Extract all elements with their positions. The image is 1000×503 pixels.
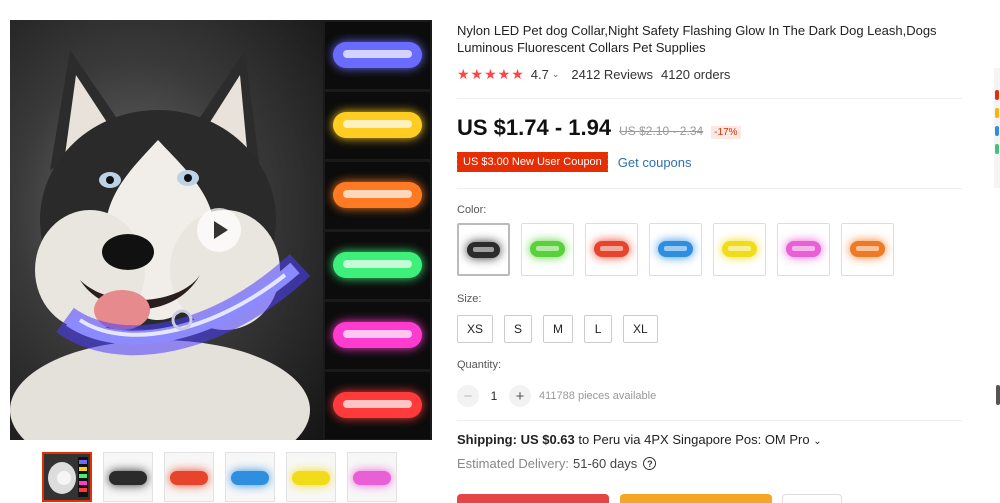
color-option-orange[interactable] — [841, 223, 894, 276]
chevron-down-icon[interactable]: ⌄ — [552, 69, 560, 80]
quantity-label: Quantity: — [457, 359, 502, 371]
strip-tile-red — [325, 372, 430, 439]
divider — [457, 188, 962, 189]
size-option-xl[interactable]: XL — [623, 315, 658, 343]
thumbnail-6[interactable] — [347, 452, 397, 502]
divider — [457, 420, 962, 421]
scroll-handle[interactable] — [996, 385, 1000, 405]
decrease-quantity-button[interactable]: − — [457, 385, 479, 407]
color-option-yellow[interactable] — [713, 223, 766, 276]
original-price: US $2.10 - 2.34 — [619, 124, 704, 138]
discount-badge: -17% — [711, 126, 741, 139]
chevron-down-icon[interactable]: ⌄ — [813, 436, 821, 447]
pieces-available: 411788 pieces available — [539, 390, 657, 402]
size-option-s[interactable]: S — [504, 315, 533, 343]
delivery-days: 51-60 days — [572, 456, 638, 471]
strip-tile-green — [325, 232, 430, 299]
play-video-button[interactable] — [197, 208, 241, 252]
thumbnail-5[interactable] — [286, 452, 336, 502]
price-row: US $1.74 - 1.94 US $2.10 - 2.34 -17% — [457, 115, 741, 141]
main-product-image[interactable] — [10, 20, 323, 440]
thumbnail-2[interactable] — [103, 452, 153, 502]
shipping-details: to Peru via 4PX Singapore Pos: OM Pro — [574, 432, 810, 447]
husky-thumb-icon — [44, 454, 90, 500]
current-price: US $1.74 - 1.94 — [457, 115, 612, 140]
collar-color-strip — [323, 20, 432, 440]
delivery-label: Estimated Delivery: — [457, 456, 569, 471]
coupon-row: US $3.00 New User Coupon Get coupons — [455, 152, 692, 172]
strip-tile-blue — [325, 22, 430, 89]
add-to-cart-button[interactable] — [620, 494, 772, 503]
product-title: Nylon LED Pet dog Collar,Night Safety Fl… — [457, 23, 937, 55]
buy-now-button[interactable] — [457, 494, 609, 503]
size-option-xs[interactable]: XS — [457, 315, 494, 343]
wishlist-button[interactable] — [782, 494, 842, 503]
shipping-info[interactable]: Shipping: US $0.63 to Peru via 4PX Singa… — [457, 432, 822, 447]
thumbnail-1[interactable] — [42, 452, 92, 502]
color-options — [457, 223, 905, 276]
rating-stars-icon: ★★★★★ — [457, 65, 525, 82]
size-options: XS S M L XL — [457, 315, 669, 343]
strip-tile-yellow — [325, 92, 430, 159]
thumbnail-3[interactable] — [164, 452, 214, 502]
increase-quantity-button[interactable]: + — [509, 385, 531, 407]
color-option-green[interactable] — [521, 223, 574, 276]
color-label: Color: — [457, 204, 487, 216]
size-option-m[interactable]: M — [543, 315, 574, 343]
divider — [457, 98, 962, 99]
quantity-input[interactable]: 1 — [479, 389, 509, 403]
side-panel-edge — [994, 68, 1000, 188]
quantity-stepper: − 1 + 411788 pieces available — [457, 385, 656, 407]
estimated-delivery: Estimated Delivery: 51-60 days ? — [457, 456, 657, 471]
strip-tile-pink — [325, 302, 430, 369]
thumbnail-4[interactable] — [225, 452, 275, 502]
strip-tile-orange — [325, 162, 430, 229]
product-gallery — [10, 20, 432, 440]
color-option-black[interactable] — [457, 223, 510, 276]
shipping-label: Shipping: — [457, 432, 517, 447]
get-coupons-link[interactable]: Get coupons — [618, 155, 692, 170]
reviews-count[interactable]: 2412 Reviews — [571, 67, 653, 82]
play-icon — [214, 221, 228, 239]
size-label: Size: — [457, 293, 482, 305]
size-option-l[interactable]: L — [584, 315, 613, 343]
color-option-red[interactable] — [585, 223, 638, 276]
new-user-coupon[interactable]: US $3.00 New User Coupon — [455, 152, 608, 172]
help-icon[interactable]: ? — [643, 457, 657, 470]
husky-illustration — [10, 50, 311, 440]
rating-row: ★★★★★ 4.7 ⌄ 2412 Reviews 4120 orders — [457, 66, 730, 82]
orders-count: 4120 orders — [661, 66, 731, 82]
color-option-blue[interactable] — [649, 223, 702, 276]
shipping-cost: US $0.63 — [520, 432, 575, 447]
color-option-pink[interactable] — [777, 223, 830, 276]
rating-score[interactable]: 4.7 — [531, 67, 549, 82]
